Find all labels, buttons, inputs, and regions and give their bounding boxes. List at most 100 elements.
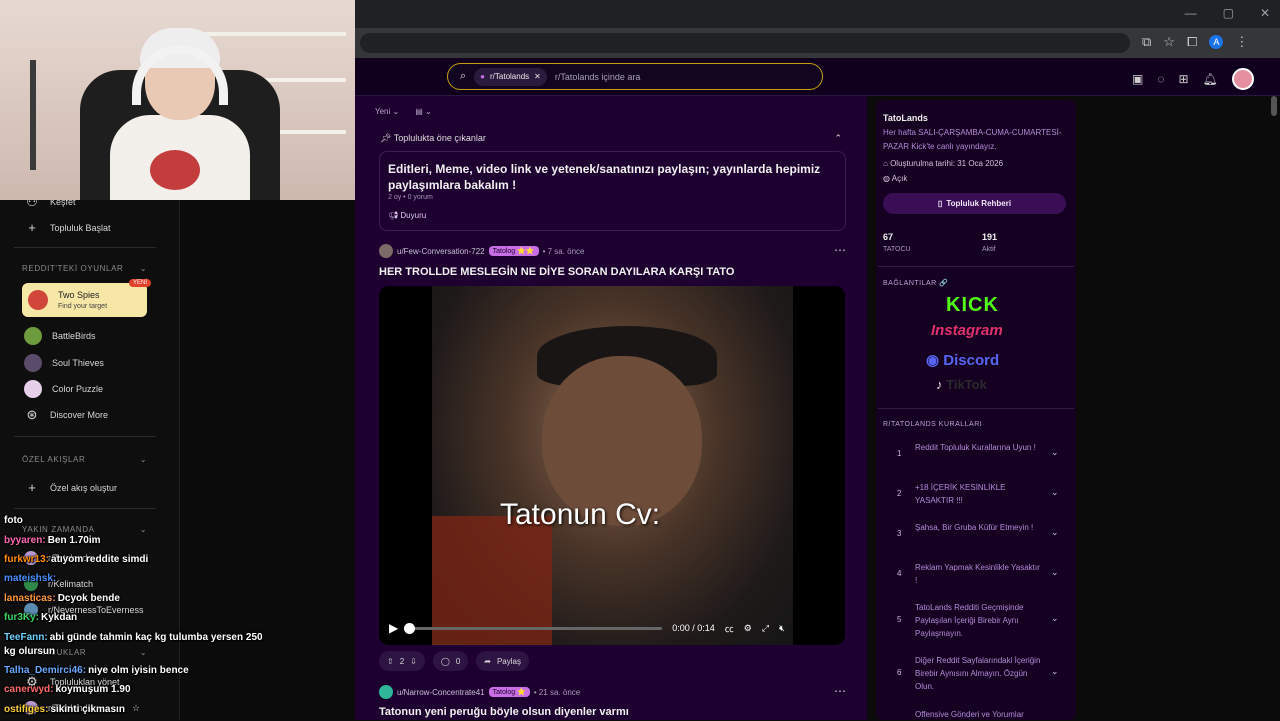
vote-count: 2 <box>399 656 405 666</box>
chat-username: TeeFann: <box>4 632 48 643</box>
rule-text: Reklam Yapmak Kesinlikle Yasaktır ! <box>915 563 1040 585</box>
cake-icon: ⌂ <box>883 159 888 168</box>
soul-thieves-icon <box>24 354 42 372</box>
bookmark-star-icon[interactable]: ☆ <box>1163 34 1175 50</box>
section-games-header[interactable]: REDDIT'TEKİ OYUNLAR ⌄ <box>22 264 147 273</box>
sidebar-item-create-feed[interactable]: + Özel akış oluştur <box>24 480 117 495</box>
progress-knob[interactable] <box>404 622 416 634</box>
extensions-icon[interactable]: ⧠ <box>1187 34 1197 50</box>
sidebar-item-game[interactable]: Color Puzzle <box>24 380 103 398</box>
post-author[interactable]: u/Few-Conversation-722 <box>397 247 485 256</box>
advertise-icon[interactable]: ▣ <box>1132 72 1143 86</box>
share-button[interactable]: ➦ Paylaş <box>476 651 529 671</box>
captions-icon[interactable]: ㏄ <box>725 622 734 635</box>
sidebar-item-game[interactable]: Soul Thieves <box>24 354 104 372</box>
webcam-lamp <box>30 60 36 170</box>
browser-extension-icons: ⧉ ☆ ⧠ A ⋮ <box>1142 34 1248 50</box>
video-frame: Tatonun Cv: <box>432 286 793 645</box>
community-chip[interactable]: ● r/Tatolands ✕ <box>474 67 547 86</box>
rule-number: 1 <box>897 449 902 458</box>
minimize-button[interactable]: — <box>1185 6 1197 20</box>
sort-dropdown[interactable]: Yeni ⌄ <box>375 107 399 116</box>
webcam-overlay <box>0 0 355 200</box>
address-bar[interactable] <box>360 33 1130 53</box>
view-toggle-icon[interactable]: ▤ ⌄ <box>415 107 431 116</box>
install-app-icon[interactable]: ⧉ <box>1142 34 1151 50</box>
video-progress-bar[interactable] <box>404 622 663 634</box>
comment-icon: ◯ <box>440 656 450 666</box>
chip-close-icon[interactable]: ✕ <box>534 72 541 81</box>
chat-username: mateishsk: <box>4 573 57 584</box>
rule-number: 4 <box>897 569 902 578</box>
community-chip-label: r/Tatolands <box>490 72 530 81</box>
chevron-down-icon: ⌄ <box>139 455 147 464</box>
post-title[interactable]: HER TROLLDE MESLEGİN NE DİYE SORAN DAYIL… <box>379 266 735 278</box>
post-time-value: 21 sa. önce <box>538 687 581 697</box>
downvote-icon[interactable]: ⇩ <box>410 657 417 666</box>
section-title: YAKIN ZAMANDA <box>22 525 95 534</box>
section-custom-feeds-header[interactable]: ÖZEL AKIŞLAR ⌄ <box>22 455 147 464</box>
video-player[interactable]: Tatonun Cv: ▶ 0:00 / 0:14 ㏄ ⚙ ⤢ 🔇︎ <box>379 286 845 645</box>
members-count: 67 <box>883 232 894 242</box>
chat-text: koymuşum 1.90 <box>55 684 131 695</box>
comments-button[interactable]: ◯ 0 <box>432 651 469 671</box>
post-options-icon[interactable]: ⋯ <box>834 243 846 257</box>
rule-text: TatoLands Redditi Geçmişinde Paylaşılan … <box>915 603 1024 638</box>
profile-avatar[interactable]: A <box>1209 35 1224 49</box>
user-avatar[interactable] <box>379 244 393 258</box>
chevron-down-icon: ⌄ <box>1051 447 1059 457</box>
chevron-down-icon: ⌄ <box>1051 527 1059 537</box>
chat-icon[interactable]: ◌ <box>1157 72 1164 86</box>
community-guide-button[interactable]: ▯ Topluluk Rehberi <box>883 193 1066 214</box>
fullscreen-icon[interactable]: ⤢ <box>762 623 769 634</box>
user-avatar[interactable] <box>379 685 393 699</box>
video-caption: Tatonun Cv: <box>500 498 661 531</box>
pinned-post-card[interactable]: Editleri, Meme, video link ve yetenek/sa… <box>379 151 846 231</box>
tiktok-link[interactable]: ♪ TikTok <box>936 377 987 392</box>
feed-controls: Yeni ⌄ ▤ ⌄ <box>375 107 432 116</box>
pin-icon: 📌︎ <box>380 133 392 143</box>
chevron-down-icon: ⌄ <box>1051 487 1059 497</box>
close-button[interactable]: ✕ <box>1260 6 1270 20</box>
book-icon: ▯ <box>937 199 943 208</box>
post-author[interactable]: u/Narrow-Concentrate41 <box>397 688 485 697</box>
post-time: • 21 sa. önce <box>533 687 581 697</box>
chat-message: canerwyd: koymuşum 1.90 <box>4 684 131 695</box>
two-spies-icon <box>28 290 48 310</box>
community-description: Her hafta SALI-ÇARŞAMBA-CUMA-CUMARTESİ-P… <box>883 128 1062 151</box>
highlights-header[interactable]: 📌︎ Toplulukta öne çıkanlar ⌃ <box>380 133 842 144</box>
notifications-bell-icon[interactable]: 🔔︎ <box>1203 72 1218 86</box>
share-icon: ➦ <box>484 656 491 666</box>
webcam-shirt-print <box>150 150 200 190</box>
user-avatar[interactable] <box>1231 68 1254 90</box>
create-post-icon[interactable]: ⊞ <box>1178 72 1188 86</box>
sidebar-item-label: Color Puzzle <box>52 384 104 394</box>
chat-message: ostifiges: sikinti çikmasın <box>4 704 125 715</box>
featured-game-card[interactable]: Two Spies Find your target YENİ <box>22 279 151 317</box>
chat-message: furkwr13: atıyom reddite simdi <box>4 554 148 565</box>
post-options-icon[interactable]: ⋯ <box>834 684 846 698</box>
menu-kebab-icon[interactable]: ⋮ <box>1235 34 1248 50</box>
discord-link[interactable]: ◉ Discord <box>926 351 999 369</box>
kick-link[interactable]: KICK <box>946 294 999 317</box>
settings-gear-icon[interactable]: ⚙ <box>744 623 752 634</box>
sidebar-divider <box>878 266 1074 267</box>
search-bar[interactable]: ⌕ ● r/Tatolands ✕ r/Tatolands içinde ara <box>447 63 823 90</box>
mute-icon[interactable]: 🔇︎ <box>779 623 785 634</box>
post-meta: u/Few-Conversation-722 Tatolog ⭐⭐ • 7 sa… <box>379 244 585 258</box>
section-recent-header[interactable]: YAKIN ZAMANDA ⌄ <box>22 525 147 534</box>
post-title[interactable]: Tatonun yeni peruğu böyle olsun diyenler… <box>379 706 629 718</box>
sidebar-item-discover-more[interactable]: ⊛ Discover More <box>24 407 108 423</box>
upvote-icon[interactable]: ⇧ <box>387 657 394 666</box>
sidebar-item-start-community[interactable]: + Topluluk Başlat <box>24 220 110 235</box>
rules-title: R/TATOLANDS KURALLARI <box>883 421 983 428</box>
post-time: • 7 sa. önce <box>542 246 585 256</box>
page-scrollbar[interactable] <box>1271 96 1277 116</box>
chevron-up-icon[interactable]: ⌃ <box>834 133 842 144</box>
play-icon[interactable]: ▶ <box>389 621 398 635</box>
favorite-star-icon[interactable]: ☆ <box>132 703 140 714</box>
webcam-shelf <box>196 32 346 36</box>
instagram-link[interactable]: Instagram <box>931 322 1003 339</box>
sidebar-item-game[interactable]: BattleBirds <box>24 327 96 345</box>
maximize-button[interactable]: ▢ <box>1223 6 1234 20</box>
